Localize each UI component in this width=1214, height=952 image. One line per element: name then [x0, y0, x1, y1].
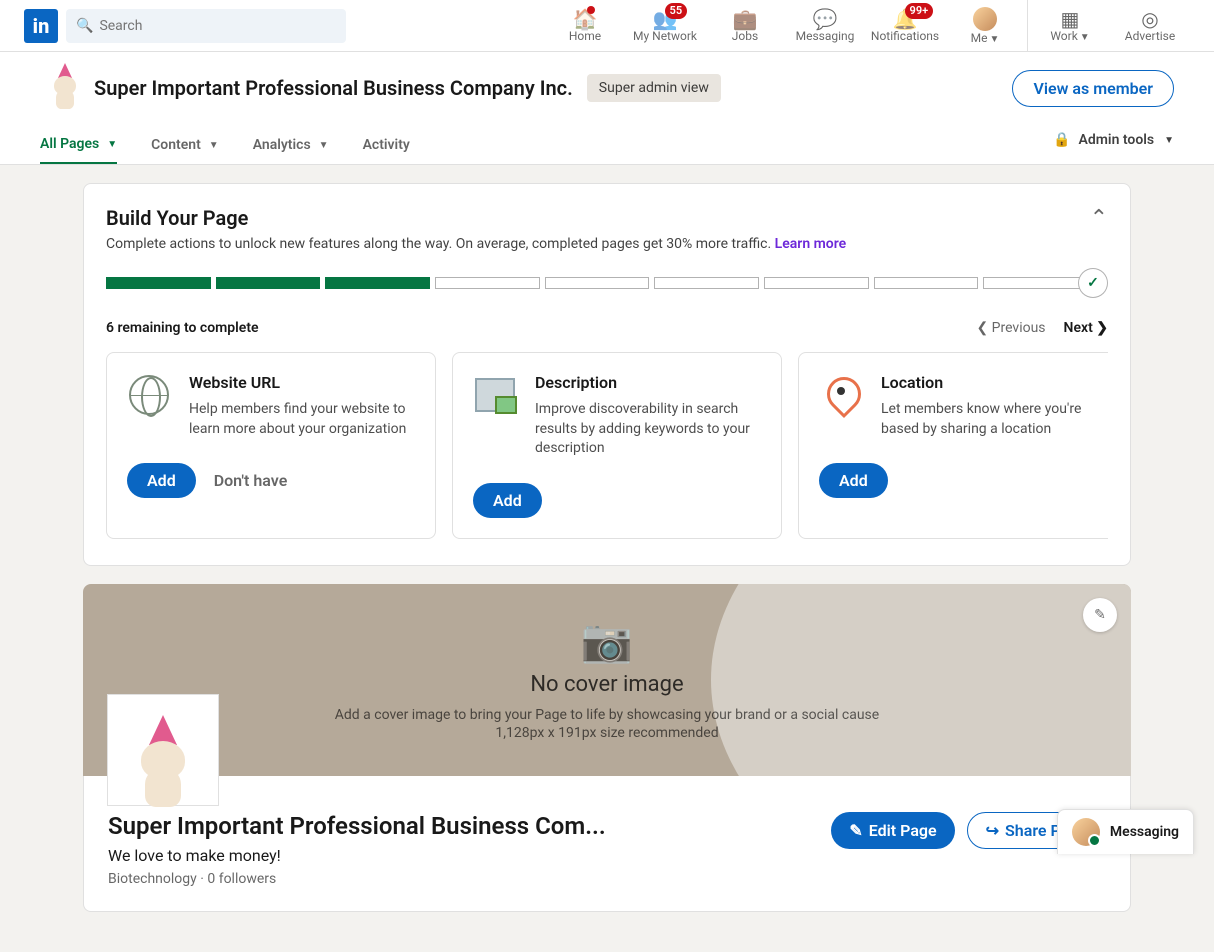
- remaining-count: 6 remaining to complete: [106, 320, 259, 336]
- tab-all-pages[interactable]: All Pages▼: [40, 126, 117, 164]
- nav-messaging[interactable]: 💬 Messaging: [785, 0, 865, 51]
- camera-icon: 📷: [335, 617, 879, 666]
- collapse-icon[interactable]: ⌃: [1090, 206, 1108, 231]
- pencil-icon: ✎: [849, 821, 862, 840]
- description-icon: [473, 373, 517, 417]
- avatar-icon: [973, 7, 997, 31]
- next-button[interactable]: Next ❯: [1064, 320, 1108, 336]
- nav-work[interactable]: ▦ Work▼: [1030, 0, 1110, 51]
- dont-have-button[interactable]: Don't have: [214, 463, 288, 498]
- search-box[interactable]: 🔍: [66, 9, 346, 43]
- search-input[interactable]: [99, 18, 336, 34]
- edit-page-button[interactable]: ✎Edit Page: [831, 812, 954, 849]
- share-icon: ↪: [986, 821, 999, 840]
- chevron-down-icon: ▼: [107, 139, 117, 150]
- admin-view-pill: Super admin view: [587, 74, 721, 102]
- tab-activity[interactable]: Activity: [363, 127, 410, 163]
- cover-image-area: ✎ 📷 No cover image Add a cover image to …: [83, 584, 1131, 776]
- add-website-button[interactable]: Add: [127, 463, 196, 498]
- edit-cover-button[interactable]: ✎: [1083, 598, 1117, 632]
- search-icon: 🔍: [76, 18, 93, 34]
- admin-tools-dropdown[interactable]: 🔒 Admin tools ▼: [1053, 132, 1174, 158]
- chevron-down-icon: ▼: [209, 140, 219, 151]
- nav-jobs[interactable]: 💼 Jobs: [705, 0, 785, 51]
- company-name: Super Important Professional Business Co…: [94, 76, 573, 100]
- page-header: Super Important Professional Business Co…: [0, 52, 1214, 165]
- nav-network[interactable]: 👥55 My Network: [625, 0, 705, 51]
- chevron-down-icon: ▼: [319, 140, 329, 151]
- messaging-tab[interactable]: Messaging: [1057, 809, 1194, 854]
- tagline: We love to make money!: [108, 846, 606, 865]
- nav-notifications[interactable]: 🔔99+ Notifications: [865, 0, 945, 51]
- page-name: Super Important Professional Business Co…: [108, 812, 606, 840]
- previous-button[interactable]: ❮ Previous: [976, 320, 1045, 336]
- chevron-down-icon: ▼: [1164, 135, 1174, 146]
- add-location-button[interactable]: Add: [819, 463, 888, 498]
- messaging-icon: 💬: [813, 9, 838, 29]
- progress-bar: ✓: [106, 268, 1108, 298]
- nav-home[interactable]: 🏠 Home: [545, 0, 625, 51]
- lock-icon: 🔒: [1053, 132, 1070, 148]
- target-icon: ◎: [1141, 9, 1158, 29]
- add-description-button[interactable]: Add: [473, 483, 542, 518]
- nav-me[interactable]: Me▼: [945, 0, 1025, 51]
- jobs-icon: 💼: [733, 9, 758, 29]
- nav-advertise[interactable]: ◎ Advertise: [1110, 0, 1190, 51]
- check-icon: ✓: [1078, 268, 1108, 298]
- page-meta: Biotechnology · 0 followers: [108, 871, 606, 887]
- build-title: Build Your Page: [106, 206, 846, 230]
- grid-icon: ▦: [1061, 9, 1080, 29]
- home-icon: 🏠: [573, 9, 598, 29]
- linkedin-logo[interactable]: in: [24, 9, 58, 43]
- pencil-icon: ✎: [1094, 607, 1106, 623]
- company-page-card: ✎ 📷 No cover image Add a cover image to …: [83, 584, 1131, 912]
- task-card-description: Description Improve discoverability in s…: [452, 352, 782, 539]
- learn-more-link[interactable]: Learn more: [775, 236, 846, 252]
- network-icon: 👥55: [653, 9, 678, 29]
- tab-analytics[interactable]: Analytics▼: [253, 127, 329, 163]
- chevron-down-icon: ▼: [989, 34, 999, 45]
- task-card-website: Website URL Help members find your websi…: [106, 352, 436, 539]
- avatar-icon: [1072, 818, 1100, 846]
- chevron-down-icon: ▼: [1080, 32, 1090, 43]
- location-pin-icon: [819, 373, 863, 417]
- top-nav: in 🔍 🏠 Home 👥55 My Network 💼 Jobs 💬 Mess…: [0, 0, 1214, 52]
- bell-icon: 🔔99+: [893, 9, 918, 29]
- task-card-location: Location Let members know where you're b…: [798, 352, 1108, 539]
- company-logo-small: [40, 68, 80, 108]
- company-logo-large: [107, 694, 219, 806]
- tab-content[interactable]: Content▼: [151, 127, 219, 163]
- view-as-member-button[interactable]: View as member: [1012, 70, 1174, 107]
- build-your-page-card: Build Your Page Complete actions to unlo…: [83, 183, 1131, 566]
- globe-icon: [127, 373, 171, 417]
